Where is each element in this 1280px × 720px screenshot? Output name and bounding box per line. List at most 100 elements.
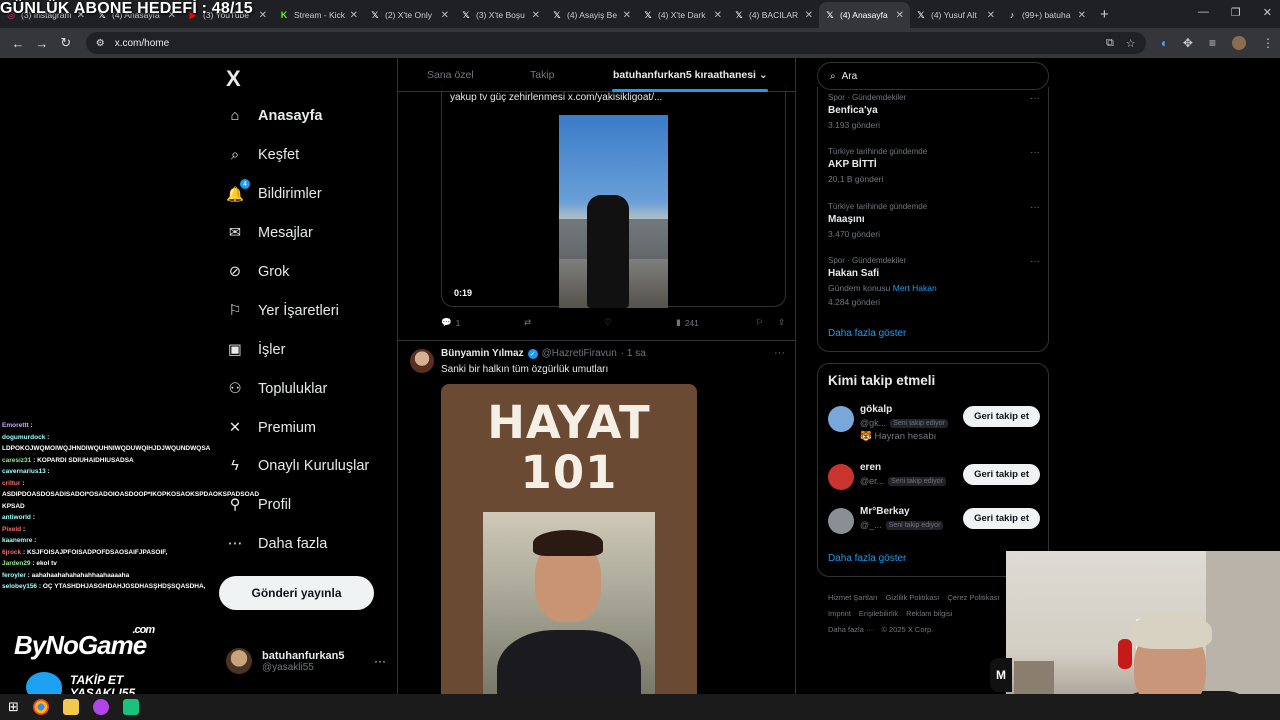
- trend-item[interactable]: Spor · Gündemdekiler Hakan Safi Gündem kon…: [828, 256, 1040, 307]
- restore-icon[interactable]: ❐: [1231, 6, 1241, 19]
- close-icon[interactable]: ✕: [623, 10, 631, 21]
- reload-icon[interactable]: ↻: [54, 35, 78, 51]
- tab-community[interactable]: batuhanfurkan5 kıraathanesi ⌄: [613, 69, 768, 81]
- like-button[interactable]: ♡: [604, 317, 676, 328]
- address-bar[interactable]: ⚙ x.com/home ⧉ ☆: [85, 32, 1146, 54]
- close-icon[interactable]: ✕: [441, 10, 449, 21]
- nav-item-home[interactable]: ⌂ Anasayfa: [226, 97, 369, 136]
- nav-item-communities[interactable]: ⚇ Topluluklar: [226, 369, 369, 408]
- nav-item-grok[interactable]: ⊘ Grok: [226, 253, 369, 292]
- bookmark-star-icon[interactable]: ☆: [1126, 37, 1136, 50]
- search-input[interactable]: ⌕ Ara: [817, 62, 1049, 90]
- browser-tab[interactable]: 𝕏 (4) X'te Dark ✕: [637, 2, 728, 28]
- browser-tab[interactable]: 𝕏 (4) Asayiş Be ✕: [546, 2, 637, 28]
- close-icon[interactable]: ✕: [805, 10, 813, 21]
- close-icon[interactable]: ✕: [1078, 10, 1086, 21]
- trend-item[interactable]: Spor · Gündemdekiler Benfica'ya 3.193 gönd…: [828, 93, 1040, 130]
- reply-button[interactable]: 💬 1: [441, 317, 524, 328]
- avatar[interactable]: [828, 464, 854, 490]
- post-button[interactable]: Gönderi yayınla: [219, 576, 374, 610]
- nav-item-mail[interactable]: ✉ Mesajlar: [226, 214, 369, 253]
- follow-back-button[interactable]: Geri takip et: [963, 464, 1040, 485]
- author-handle[interactable]: @HazretiFiravun: [542, 348, 617, 359]
- nav-item-x-premium[interactable]: ✕ Premium: [226, 408, 369, 447]
- trend-item[interactable]: Türkiye tarihinde gündemde Maaşını 3.470 g…: [828, 202, 1040, 239]
- minimize-icon[interactable]: —: [1198, 6, 1209, 19]
- suggested-account[interactable]: gökalp @gk... Seni takip ediyor 🐯 Hayran he…: [828, 404, 1040, 444]
- extensions-puzzle-icon[interactable]: ✥: [1183, 36, 1193, 50]
- post-image[interactable]: HAYAT 101: [441, 384, 697, 720]
- post[interactable]: Bünyamin Yılmaz ✓ @HazretiFiravun · 1 sa…: [398, 341, 795, 720]
- repost-button[interactable]: ⇄: [524, 317, 604, 328]
- browser-tab[interactable]: ♪ (99+) batuha ✕: [1001, 2, 1092, 28]
- tab-following[interactable]: Takip: [530, 69, 555, 81]
- views-button[interactable]: ▮ 241: [676, 317, 756, 328]
- browser-tab[interactable]: 𝕏 (4) Anasayfa ✕: [819, 2, 910, 28]
- account-switcher[interactable]: batuhanfurkan5 @yasakli55 ···: [226, 648, 386, 674]
- windows-start-icon[interactable]: ⊞: [8, 699, 19, 715]
- nav-item-lightning[interactable]: ϟ Onaylı Kuruluşlar: [226, 447, 369, 486]
- side-tab[interactable]: M: [990, 658, 1012, 692]
- quoted-post[interactable]: yakup tv güç zehirlenmesi x.com/yakisikl…: [441, 85, 786, 308]
- footer-link[interactable]: © 2025 X Corp.: [881, 625, 933, 634]
- avatar[interactable]: [828, 406, 854, 432]
- nav-item-bookmark[interactable]: ⚐ Yer İşaretleri: [226, 291, 369, 330]
- footer-link[interactable]: Erişilebilirlik: [859, 609, 898, 618]
- tab-for-you[interactable]: Sana özel: [427, 69, 474, 81]
- x-logo[interactable]: X: [226, 66, 241, 92]
- footer-link[interactable]: Daha fazla ···: [828, 625, 873, 634]
- suggested-account[interactable]: eren @er... Seni takip ediyor Geri takip et: [828, 462, 1040, 502]
- files-taskbar-icon[interactable]: [62, 699, 79, 715]
- close-icon[interactable]: ✕: [350, 10, 358, 21]
- profile-avatar[interactable]: [1232, 36, 1246, 50]
- browser-tab[interactable]: K Stream - Kick ✕: [273, 2, 364, 28]
- forward-icon[interactable]: →: [30, 36, 54, 51]
- footer-link[interactable]: Çerez Politikası: [947, 593, 999, 602]
- more-icon[interactable]: ···: [1030, 256, 1040, 267]
- follow-back-button[interactable]: Geri takip et: [963, 508, 1040, 529]
- avatar[interactable]: [828, 508, 854, 534]
- close-icon[interactable]: ✕: [259, 10, 267, 21]
- trend-item[interactable]: Türkiye tarihinde gündemde AKP BİTTİ 20,1 …: [828, 147, 1040, 184]
- menu-icon[interactable]: ⋮: [1262, 36, 1274, 50]
- nav-item-bell[interactable]: 🔔 4 Bildirimler: [226, 175, 369, 214]
- trend-topic-link[interactable]: Mert Hakan: [893, 283, 937, 293]
- avatar[interactable]: [410, 349, 434, 373]
- close-icon[interactable]: ✕: [896, 10, 904, 21]
- back-icon[interactable]: ←: [6, 36, 30, 51]
- chrome-taskbar-icon[interactable]: [32, 699, 49, 715]
- app-taskbar-icon[interactable]: [92, 699, 109, 715]
- footer-link[interactable]: Hizmet Şartları: [828, 593, 878, 602]
- close-icon[interactable]: ✕: [714, 10, 722, 21]
- show-more-link[interactable]: Daha fazla göster: [828, 328, 906, 339]
- bookmark-button[interactable]: ⚐: [756, 317, 778, 328]
- media-controls-icon[interactable]: ≡: [1209, 36, 1216, 50]
- nav-item-more-circle[interactable]: ⋯ Daha fazla: [226, 525, 369, 564]
- browser-tab[interactable]: 𝕏 (3) X'te Boşu ✕: [455, 2, 546, 28]
- browser-tab[interactable]: 𝕏 (4) Yusuf Alt ✕: [910, 2, 1001, 28]
- close-icon[interactable]: ✕: [532, 10, 540, 21]
- new-tab-icon[interactable]: +: [1100, 6, 1109, 23]
- browser-tab[interactable]: 𝕏 (4) BACILAR ✕: [728, 2, 819, 28]
- nav-item-briefcase[interactable]: ▣ İşler: [226, 330, 369, 369]
- more-icon[interactable]: ···: [1030, 147, 1040, 158]
- more-icon[interactable]: ···: [1030, 93, 1040, 104]
- share-button[interactable]: ⇪: [778, 317, 785, 328]
- footer-link[interactable]: Reklam bilgisi: [906, 609, 952, 618]
- more-icon[interactable]: ···: [1030, 202, 1040, 213]
- follow-back-button[interactable]: Geri takip et: [963, 406, 1040, 427]
- footer-link[interactable]: Gizlilik Politikası: [886, 593, 940, 602]
- more-icon[interactable]: ···: [774, 347, 785, 359]
- app2-taskbar-icon[interactable]: [122, 699, 139, 715]
- extension-icon[interactable]: ◖: [1160, 36, 1167, 50]
- close-icon[interactable]: ✕: [987, 10, 995, 21]
- install-icon[interactable]: ⧉: [1106, 37, 1114, 50]
- nav-item-profile[interactable]: ⚲ Profil: [226, 486, 369, 525]
- who-show-more-link[interactable]: Daha fazla göster: [828, 553, 906, 564]
- footer-link[interactable]: Imprint: [828, 609, 851, 618]
- more-icon[interactable]: ···: [374, 654, 386, 668]
- close-window-icon[interactable]: ✕: [1263, 6, 1272, 19]
- browser-tab[interactable]: 𝕏 (2) X'te Only ✕: [364, 2, 455, 28]
- suggested-account[interactable]: Mr°Berkay @_... Seni takip ediyor Geri taki…: [828, 506, 1040, 546]
- nav-item-search[interactable]: ⌕ Keşfet: [226, 136, 369, 175]
